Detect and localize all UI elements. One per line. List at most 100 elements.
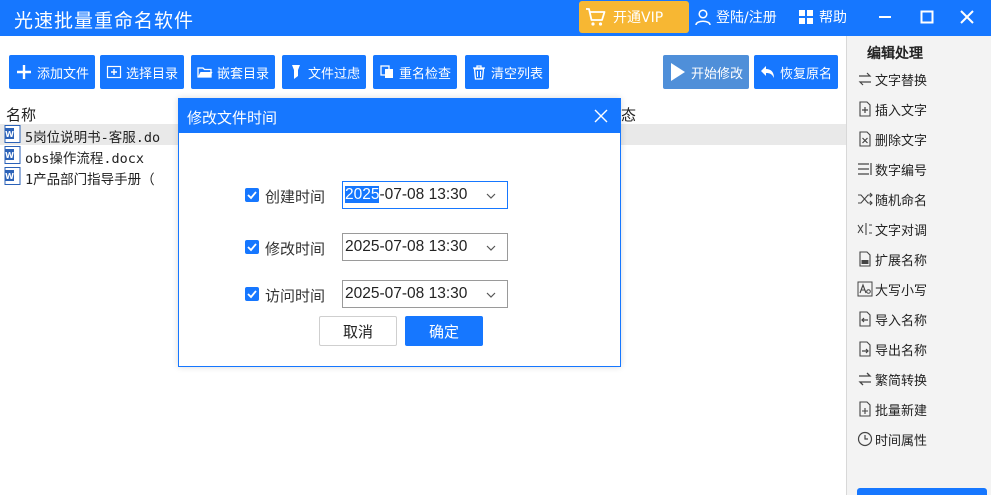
created-time-label: 创建时间	[265, 188, 326, 206]
clock-icon	[857, 431, 873, 447]
add-file-button[interactable]: 添加文件	[9, 55, 96, 89]
dialog-header: 修改文件时间	[179, 99, 620, 133]
svg-text:W: W	[5, 151, 14, 160]
play-icon	[671, 63, 685, 81]
cancel-button[interactable]: 取消	[319, 316, 397, 346]
minimize-icon	[879, 16, 891, 18]
sidebar-item-text-swap[interactable]: 文字对调	[857, 218, 927, 240]
help-button[interactable]: 帮助	[798, 6, 847, 28]
import-icon	[859, 311, 871, 327]
chevron-down-icon[interactable]	[485, 190, 497, 202]
word-file-icon: W	[4, 125, 21, 143]
add-file-label: 添加文件	[37, 66, 90, 82]
close-button[interactable]	[954, 4, 980, 30]
svg-text:W: W	[5, 172, 14, 181]
chevron-down-icon[interactable]	[485, 289, 497, 301]
file-name: 1产品部门指导手册（	[25, 172, 155, 188]
case-icon	[857, 281, 873, 297]
modified-time-picker[interactable]: 2025-07-08 13:30	[342, 233, 508, 261]
word-file-icon: W	[4, 146, 21, 164]
list-number-icon	[858, 163, 872, 175]
ext-file-icon	[859, 251, 871, 267]
user-icon	[695, 9, 711, 26]
file-name: 5岗位说明书-客服.do	[25, 130, 161, 146]
export-icon	[859, 341, 871, 357]
sidebar-item-case[interactable]: 大写小写	[857, 278, 927, 300]
file-name: obs操作流程.docx	[25, 151, 145, 167]
clear-list-button[interactable]: 清空列表	[465, 55, 550, 89]
access-time-checkbox[interactable]	[245, 287, 259, 301]
vip-label: 开通VIP	[613, 10, 664, 26]
column-name-header[interactable]: 名称	[6, 104, 36, 125]
new-file-icon	[859, 401, 871, 417]
sidebar-item-batch-new[interactable]: 批量新建	[857, 398, 927, 420]
chevron-down-icon[interactable]	[485, 242, 497, 254]
sidebar-item-delete-text[interactable]: 删除文字	[857, 128, 927, 150]
restore-name-label: 恢复原名	[780, 66, 833, 82]
column-status-header[interactable]: 态	[621, 104, 636, 125]
copy-icon	[380, 65, 393, 78]
undo-icon	[761, 66, 774, 78]
vip-button[interactable]: 开通VIP	[579, 1, 689, 33]
select-dir-label: 选择目录	[126, 66, 179, 82]
insert-icon	[859, 101, 871, 117]
start-modify-label: 开始修改	[691, 66, 744, 82]
created-time-picker[interactable]: 2025-07-08 13:30	[342, 181, 508, 209]
edit-sidebar: 编辑处理 文字替换 插入文字 删除文字 数字编号 随机命名 文字对调 扩展名称 …	[846, 36, 991, 495]
access-time-value: 2025-07-08 13:30	[345, 285, 468, 302]
grid-icon	[799, 10, 813, 24]
shuffle-icon	[858, 192, 873, 206]
sidebar-item-extension[interactable]: 扩展名称	[857, 248, 927, 270]
sidebar-item-number[interactable]: 数字编号	[857, 158, 927, 180]
access-time-label: 访问时间	[265, 287, 326, 305]
login-label: 登陆/注册	[716, 10, 777, 26]
sidebar-item-text-replace[interactable]: 文字替换	[857, 68, 927, 90]
sidebar-item-insert-text[interactable]: 插入文字	[857, 98, 927, 120]
created-time-checkbox[interactable]	[245, 188, 259, 202]
select-dir-button[interactable]: 选择目录	[100, 55, 185, 89]
maximize-button[interactable]	[914, 4, 940, 30]
access-time-picker[interactable]: 2025-07-08 13:30	[342, 280, 508, 308]
rename-check-label: 重名检查	[399, 66, 452, 82]
trash-icon	[473, 65, 485, 80]
rename-check-button[interactable]: 重名检查	[373, 55, 458, 89]
app-title: 光速批量重命名软件	[14, 10, 195, 32]
svg-text:W: W	[5, 130, 14, 139]
swap-cross-icon	[857, 223, 872, 235]
sidebar-item-convert[interactable]: 繁简转换	[857, 368, 927, 390]
created-time-year[interactable]: 2025	[345, 186, 380, 203]
nested-dir-button[interactable]: 嵌套目录	[191, 55, 276, 89]
word-file-icon: W	[4, 167, 21, 185]
maximize-icon	[920, 10, 934, 24]
close-icon	[960, 10, 974, 24]
swap-icon	[858, 72, 872, 86]
sidebar-bottom-button[interactable]	[857, 488, 987, 495]
nested-dir-label: 嵌套目录	[217, 66, 270, 82]
sidebar-item-time[interactable]: 时间属性	[857, 428, 927, 450]
sidebar-item-export[interactable]: 导出名称	[857, 338, 927, 360]
file-filter-label: 文件过虑	[308, 66, 361, 82]
dialog-title: 修改文件时间	[187, 109, 278, 127]
cart-icon	[586, 8, 606, 26]
title-bar: 光速批量重命名软件 开通VIP 登陆/注册 帮助	[0, 0, 991, 36]
restore-name-button[interactable]: 恢复原名	[754, 55, 839, 89]
modified-time-checkbox[interactable]	[245, 240, 259, 254]
clear-list-label: 清空列表	[491, 66, 544, 82]
file-filter-button[interactable]: 文件过虑	[282, 55, 367, 89]
dialog-close-icon[interactable]	[593, 108, 609, 124]
delete-icon	[859, 131, 871, 147]
folder-add-icon	[106, 65, 122, 79]
modified-time-value: 2025-07-08 13:30	[345, 238, 468, 255]
filter-icon	[292, 65, 300, 79]
sidebar-item-random[interactable]: 随机命名	[857, 188, 927, 210]
minimize-button[interactable]	[872, 4, 898, 30]
modified-time-label: 修改时间	[265, 240, 326, 258]
sidebar-title: 编辑处理	[867, 46, 923, 62]
confirm-button[interactable]: 确定	[405, 316, 483, 346]
sidebar-item-import[interactable]: 导入名称	[857, 308, 927, 330]
start-modify-button[interactable]: 开始修改	[663, 55, 750, 89]
plus-icon	[17, 65, 31, 79]
login-button[interactable]: 登陆/注册	[694, 6, 777, 28]
modify-time-dialog: 修改文件时间 创建时间 2025-07-08 13:30 修改时间 2025-0…	[178, 98, 621, 367]
folder-open-icon	[197, 67, 213, 78]
